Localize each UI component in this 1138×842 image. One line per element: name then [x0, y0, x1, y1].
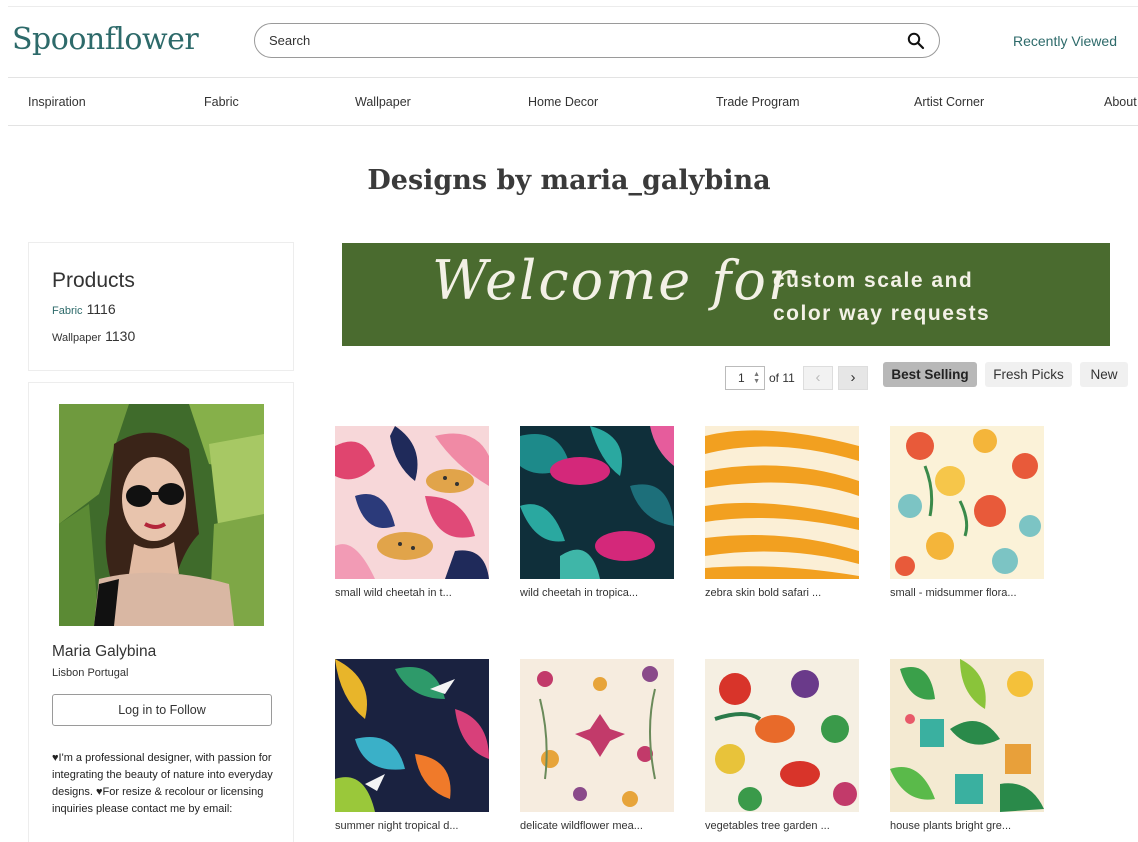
design-tile[interactable]: zebra skin bold safari ...	[705, 426, 859, 599]
products-card: Products Fabric 1116 Wallpaper 1130	[28, 242, 294, 371]
design-tile[interactable]: house plants bright gre...	[890, 659, 1044, 832]
designer-location: Lisbon Portugal	[52, 667, 129, 679]
banner-script-text: Welcome for	[432, 249, 796, 312]
next-page-button[interactable]: ›	[838, 366, 868, 390]
banner-request-text: custom scale and color way requests	[773, 264, 990, 330]
design-title[interactable]: vegetables tree garden ...	[705, 820, 859, 832]
design-title[interactable]: small wild cheetah in t...	[335, 587, 489, 599]
follow-button[interactable]: Log in to Follow	[52, 694, 272, 726]
product-label[interactable]: Wallpaper	[52, 332, 101, 344]
avatar	[59, 404, 264, 626]
design-tile[interactable]: small - midsummer flora...	[890, 426, 1044, 599]
design-tile[interactable]: small wild cheetah in t...	[335, 426, 489, 599]
site-header: Spoonflower Recently Viewed	[0, 0, 1138, 78]
recently-viewed-link[interactable]: Recently Viewed	[1013, 33, 1117, 49]
product-label[interactable]: Fabric	[52, 305, 83, 317]
nav-item-fabric[interactable]: Fabric	[204, 95, 239, 109]
current-page: 1	[738, 371, 745, 385]
page-number-input[interactable]: 1 ▲ ▼	[725, 366, 765, 390]
page-total: of 11	[769, 371, 795, 385]
design-thumbnail-vegetables[interactable]	[705, 659, 859, 812]
design-thumbnail-zebra[interactable]	[705, 426, 859, 579]
products-heading: Products	[52, 269, 135, 292]
design-thumbnail-houseplants[interactable]	[890, 659, 1044, 812]
product-count: 1130	[105, 328, 136, 344]
welcome-banner: Welcome for custom scale and color way r…	[342, 243, 1110, 346]
design-tile[interactable]: summer night tropical d...	[335, 659, 489, 832]
design-title[interactable]: summer night tropical d...	[335, 820, 489, 832]
designer-profile-card: Maria Galybina Lisbon Portugal Log in to…	[28, 382, 294, 842]
design-title[interactable]: delicate wildflower mea...	[520, 820, 674, 832]
nav-item-wallpaper[interactable]: Wallpaper	[355, 95, 411, 109]
designer-name: Maria Galybina	[52, 643, 157, 660]
page-title: Designs by maria_galybina	[367, 165, 771, 196]
nav-item-artist-corner[interactable]: Artist Corner	[914, 95, 984, 109]
design-title[interactable]: house plants bright gre...	[890, 820, 1044, 832]
design-tile[interactable]: vegetables tree garden ...	[705, 659, 859, 832]
design-thumbnail-cheetah-teal[interactable]	[520, 426, 674, 579]
sort-best-selling[interactable]: Best Selling	[883, 362, 977, 387]
nav-item-home-decor[interactable]: Home Decor	[528, 95, 598, 109]
design-tile[interactable]: wild cheetah in tropica...	[520, 426, 674, 599]
banner-line-1: custom scale and	[773, 269, 974, 292]
product-row-wallpaper[interactable]: Wallpaper 1130	[52, 328, 135, 344]
sort-new[interactable]: New	[1080, 362, 1128, 387]
product-count: 1116	[86, 301, 116, 317]
design-title[interactable]: small - midsummer flora...	[890, 587, 1044, 599]
design-thumbnail-wildflower[interactable]	[520, 659, 674, 812]
main-nav: Inspiration Fabric Wallpaper Home Decor …	[8, 77, 1138, 126]
design-thumbnail-tropical-night[interactable]	[335, 659, 489, 812]
search-icon[interactable]	[907, 32, 925, 50]
search-bar[interactable]	[254, 23, 940, 58]
page-spinner-icon[interactable]: ▲ ▼	[753, 371, 760, 385]
design-title[interactable]: zebra skin bold safari ...	[705, 587, 859, 599]
design-title[interactable]: wild cheetah in tropica...	[520, 587, 674, 599]
spoonflower-logo[interactable]: Spoonflower	[12, 22, 199, 57]
banner-line-2: color way requests	[773, 302, 991, 325]
header-top-divider	[8, 6, 1138, 7]
designer-bio: ♥I'm a professional designer, with passi…	[52, 752, 273, 815]
product-row-fabric[interactable]: Fabric 1116	[52, 301, 116, 317]
design-thumbnail-floral[interactable]	[890, 426, 1044, 579]
search-input[interactable]	[269, 33, 907, 48]
prev-page-button[interactable]: ‹	[803, 366, 833, 390]
sort-fresh-picks[interactable]: Fresh Picks	[985, 362, 1072, 387]
nav-item-inspiration[interactable]: Inspiration	[28, 95, 86, 109]
design-tile[interactable]: delicate wildflower mea...	[520, 659, 674, 832]
nav-item-about[interactable]: About	[1104, 95, 1137, 109]
nav-item-trade-program[interactable]: Trade Program	[716, 95, 800, 109]
design-thumbnail-cheetah[interactable]	[335, 426, 489, 579]
